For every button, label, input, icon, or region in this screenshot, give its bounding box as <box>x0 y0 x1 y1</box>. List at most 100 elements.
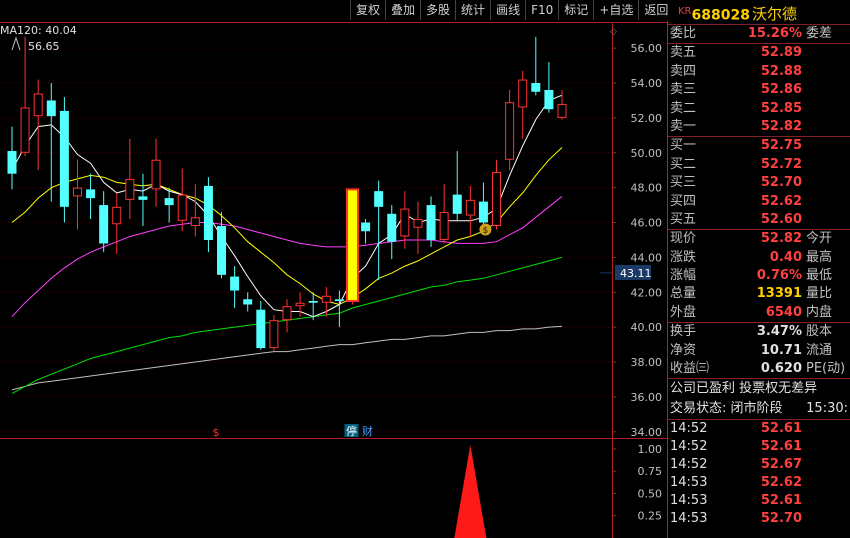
candle-body <box>72 187 82 197</box>
toolbar: 复权 叠加 多股 统计 画线 F10 标记 +自选 返回 <box>350 0 668 21</box>
candle-body <box>99 205 109 244</box>
stats-block: 换手 3.47% 股本 净资 10.71 流通 收益㈢ 0.620 PE(动) <box>668 323 850 378</box>
candle-body <box>413 219 423 228</box>
ma120-label: MA120: 40.04 <box>0 24 77 37</box>
sell-row: 卖一 52.82 <box>668 118 850 136</box>
stock-name: 沃尔德 <box>751 5 797 24</box>
candle-body <box>452 194 462 214</box>
quote-label: 现价 <box>670 231 697 247</box>
quote-label-right: 量比 <box>806 286 833 302</box>
candle-body <box>203 185 213 240</box>
candle <box>478 182 488 228</box>
buy-price: 52.75 <box>760 138 802 154</box>
quote-row: 现价 52.82 今开 <box>668 230 850 248</box>
candle <box>426 196 436 247</box>
candle-body <box>177 194 187 221</box>
sub-y-tick-label: 0.25 <box>638 510 663 523</box>
y-tick-label: 34.00 <box>631 426 663 439</box>
y-tick-label: 48.00 <box>631 182 663 195</box>
sell-price: 52.89 <box>760 45 802 61</box>
y-tick-label: 54.00 <box>631 77 663 90</box>
fuquan-button[interactable]: 复权 <box>350 0 385 20</box>
settings-diamond-icon: ◇ <box>610 27 617 37</box>
candle <box>269 314 279 352</box>
candle-body <box>164 198 174 206</box>
candle-body <box>59 110 69 207</box>
candle <box>86 173 96 220</box>
stat-row: 净资 10.71 流通 <box>668 342 850 360</box>
candle-body <box>46 100 56 117</box>
buy-row: 买二 52.72 <box>668 156 850 174</box>
candle <box>20 36 30 157</box>
y-tick-label: 42.00 <box>631 286 663 299</box>
candle-body <box>112 206 122 225</box>
ma120-line <box>11 325 563 391</box>
statistics-button[interactable]: 统计 <box>455 0 490 20</box>
candle-body <box>321 295 331 303</box>
candle-body <box>33 93 43 117</box>
candle-body <box>544 90 554 110</box>
overlay-button[interactable]: 叠加 <box>385 0 420 20</box>
tick-time: 14:53 <box>670 511 708 527</box>
candle <box>99 191 109 253</box>
weibi-value: 15.26% <box>747 26 802 41</box>
f10-button[interactable]: F10 <box>525 0 558 20</box>
candle <box>230 266 240 308</box>
candle-body <box>465 199 475 216</box>
tick-row: 14:53 52.70 <box>668 510 850 528</box>
y-tick-label: 56.00 <box>631 42 663 55</box>
tick-row: 14:53 52.61 <box>668 492 850 510</box>
candle <box>518 70 528 139</box>
sell-label: 卖三 <box>670 82 697 98</box>
stat-label-right: 流通 <box>806 342 833 358</box>
candle <box>7 126 17 190</box>
multi-stock-button[interactable]: 多股 <box>420 0 455 20</box>
quote-value: 0.40 <box>769 249 802 265</box>
quote-label: 涨跌 <box>670 249 697 265</box>
candle <box>531 36 541 96</box>
stock-title[interactable]: KR688028 沃尔德 <box>668 0 850 25</box>
high-price-label: 56.65 <box>28 40 60 53</box>
draw-line-button[interactable]: 画线 <box>490 0 525 20</box>
candle-body <box>7 151 17 174</box>
sell-label: 卖一 <box>670 118 697 134</box>
buy-price: 52.72 <box>760 156 802 172</box>
quote-value: 52.82 <box>760 231 802 247</box>
tick-price: 52.62 <box>760 475 802 491</box>
candle-body <box>20 107 30 153</box>
sub-y-tick-label: 1.00 <box>638 443 663 456</box>
candle-body <box>478 201 488 223</box>
add-watchlist-button[interactable]: +自选 <box>593 0 638 20</box>
candle <box>334 290 344 328</box>
sell-row: 卖二 52.85 <box>668 100 850 118</box>
quote-block: 现价 52.82 今开 涨跌 0.40 最高 涨幅 0.76% 最低 总量 13391 量比 外… <box>668 230 850 322</box>
candle <box>203 177 213 253</box>
tick-price: 52.70 <box>760 511 802 527</box>
tick-price: 52.61 <box>760 439 802 455</box>
candle <box>413 201 423 254</box>
stat-label: 净资 <box>670 342 697 358</box>
candle-body <box>230 276 240 291</box>
quote-row: 涨跌 0.40 最高 <box>668 249 850 267</box>
candle-body <box>217 226 227 275</box>
weibi-row: 委比 15.26% 委差 <box>668 25 850 43</box>
y-tick-label: 52.00 <box>631 112 663 125</box>
quote-panel: KR688028 沃尔德 委比 15.26% 委差 卖五 52.89 卖四 52.88… <box>668 0 850 538</box>
tick-list[interactable]: 14:52 52.61 14:52 52.61 14:52 52.67 14:53 52… <box>668 420 850 528</box>
candle <box>492 159 502 230</box>
quote-value: 13391 <box>756 286 802 302</box>
candle-body <box>151 159 161 190</box>
stat-row: 换手 3.47% 股本 <box>668 323 850 341</box>
mark-button[interactable]: 标记 <box>558 0 593 20</box>
buy-row: 买三 52.70 <box>668 174 850 192</box>
highlight-candle-body <box>345 188 359 302</box>
stat-label: 收益㈢ <box>670 361 710 377</box>
kline-chart[interactable]: 56.00 54.00 52.00 50.00 48.00 46.00 44.00 42.00… <box>0 0 668 538</box>
sub-y-tick-label: 0.50 <box>638 487 663 500</box>
sell-row: 卖五 52.89 <box>668 44 850 62</box>
candle-body <box>308 300 318 303</box>
stat-label: 换手 <box>670 324 697 340</box>
candle <box>505 90 515 171</box>
candle <box>374 180 384 281</box>
candle-body <box>295 302 305 307</box>
